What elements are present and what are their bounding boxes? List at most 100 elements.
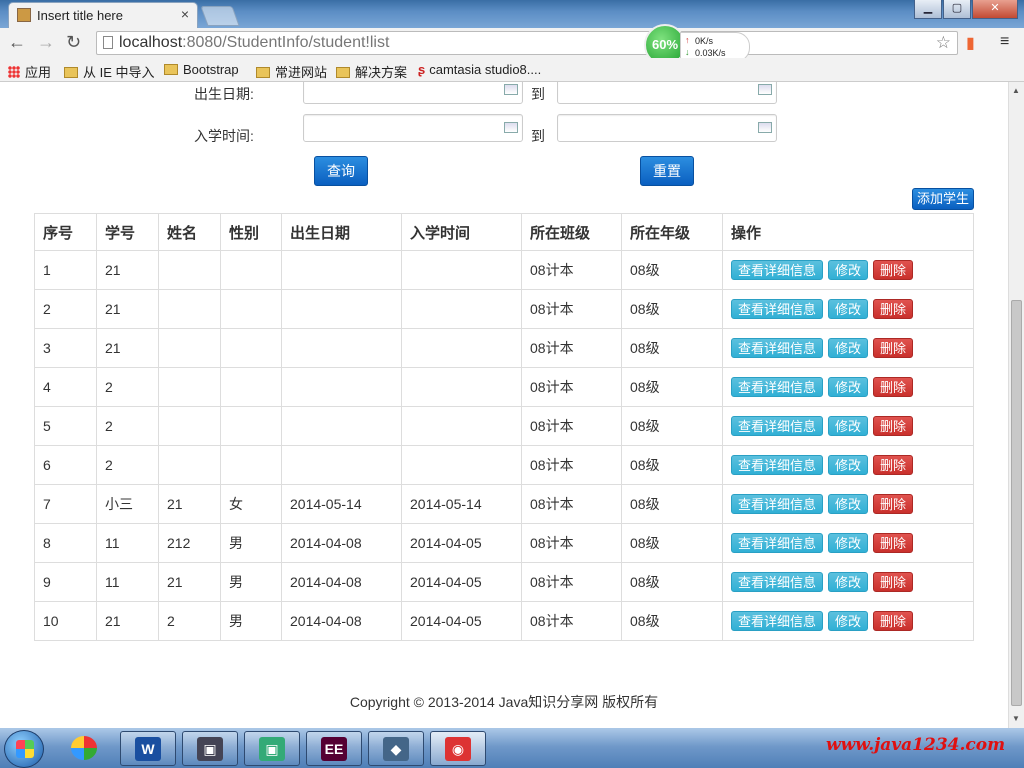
delete-button[interactable]: 删除 bbox=[873, 572, 914, 592]
edit-button[interactable]: 修改 bbox=[828, 533, 869, 553]
table-cell: 21 bbox=[96, 328, 159, 368]
edit-button[interactable]: 修改 bbox=[828, 572, 869, 592]
bookmark-bootstrap[interactable]: Bootstrap bbox=[164, 62, 239, 77]
download-speed: 0.03K/s bbox=[695, 48, 726, 58]
edit-button[interactable]: 修改 bbox=[828, 455, 869, 475]
address-bar[interactable]: localhost:8080/StudentInfo/student!list … bbox=[96, 31, 958, 55]
bookmark-apps[interactable]: 应用 bbox=[8, 62, 51, 81]
calendar-icon[interactable] bbox=[758, 122, 772, 133]
table-cell bbox=[401, 250, 522, 290]
taskbar-app-word[interactable]: W bbox=[120, 731, 176, 766]
table-row: 10 21 2 男 2014-04-08 2014-04-05 08计本 08级 查看详细信息修… bbox=[34, 601, 974, 641]
table-cell: 2 bbox=[96, 445, 159, 485]
delete-button[interactable]: 删除 bbox=[873, 260, 914, 280]
bookmark-common-sites[interactable]: 常进网站 bbox=[256, 62, 327, 81]
edit-button[interactable]: 修改 bbox=[828, 338, 869, 358]
camtasia-icon: ʂ bbox=[418, 62, 426, 77]
calendar-icon[interactable] bbox=[758, 84, 772, 95]
view-detail-button[interactable]: 查看详细信息 bbox=[731, 572, 824, 592]
view-detail-button[interactable]: 查看详细信息 bbox=[731, 455, 824, 475]
bookmark-import-ie[interactable]: 从 IE 中导入 bbox=[64, 62, 155, 81]
scroll-up-icon[interactable]: ▲ bbox=[1012, 86, 1020, 95]
table-cell: 08计本 bbox=[521, 601, 622, 641]
browser-tab[interactable]: Insert title here × bbox=[8, 2, 198, 28]
menu-icon[interactable]: ≡ bbox=[1000, 33, 1009, 51]
word-icon: W bbox=[135, 737, 161, 761]
view-detail-button[interactable]: 查看详细信息 bbox=[731, 260, 824, 280]
pinned-app-icon[interactable] bbox=[62, 731, 106, 766]
add-student-button[interactable]: 添加学生 bbox=[912, 188, 974, 210]
bookmark-label: 应用 bbox=[25, 65, 52, 80]
edit-button[interactable]: 修改 bbox=[828, 377, 869, 397]
table-cell: 21 bbox=[158, 562, 221, 602]
taskbar-app-javaee-ide[interactable]: EE bbox=[306, 731, 362, 766]
table-cell: 2 bbox=[96, 367, 159, 407]
delete-button[interactable]: 删除 bbox=[873, 416, 914, 436]
page-scrollbar[interactable]: ▲ ▼ bbox=[1008, 82, 1024, 728]
windows-logo-icon bbox=[16, 740, 34, 758]
taskbar-app-chrome[interactable]: ◉ bbox=[430, 731, 486, 766]
taskbar-app-app-2[interactable]: ▣ bbox=[182, 731, 238, 766]
scroll-down-icon[interactable]: ▼ bbox=[1012, 714, 1020, 723]
edit-button[interactable]: 修改 bbox=[828, 260, 869, 280]
start-button[interactable] bbox=[4, 730, 44, 768]
table-cell: 2014-04-08 bbox=[281, 523, 402, 563]
table-cell bbox=[401, 328, 522, 368]
bookmark-star-icon[interactable]: ☆ bbox=[936, 33, 951, 53]
calendar-icon[interactable] bbox=[504, 84, 518, 95]
close-window-button[interactable]: ✕ bbox=[972, 0, 1018, 19]
taskbar-app-app-5[interactable]: ◆ bbox=[368, 731, 424, 766]
birth-date-to-input[interactable] bbox=[557, 82, 777, 104]
delete-button[interactable]: 删除 bbox=[873, 338, 914, 358]
table-cell bbox=[281, 445, 402, 485]
actions-cell: 查看详细信息 修改 删除 bbox=[722, 406, 974, 446]
taskbar-app-app-3[interactable]: ▣ bbox=[244, 731, 300, 766]
bookmark-solutions[interactable]: 解决方案 bbox=[336, 62, 407, 81]
maximize-button[interactable]: ▢ bbox=[943, 0, 971, 19]
delete-button[interactable]: 删除 bbox=[873, 455, 914, 475]
actions-cell: 查看详细信息 修改 删除 bbox=[722, 523, 974, 563]
edit-button[interactable]: 修改 bbox=[828, 494, 869, 514]
address-url[interactable]: localhost:8080/StudentInfo/student!list bbox=[119, 34, 389, 52]
edit-button[interactable]: 修改 bbox=[828, 299, 869, 319]
photo-app-icon bbox=[71, 736, 97, 760]
table-row: 7 小三 21 女 2014-05-14 2014-05-14 08计本 08级 查看详细信息修… bbox=[34, 484, 974, 524]
enroll-date-to-input[interactable] bbox=[557, 114, 777, 142]
calendar-icon[interactable] bbox=[504, 122, 518, 133]
delete-button[interactable]: 删除 bbox=[873, 611, 914, 631]
extension-icon[interactable]: ▮ bbox=[966, 33, 975, 53]
folder-icon bbox=[256, 67, 270, 78]
bookmark-camtasia[interactable]: ʂ camtasia studio8.... bbox=[418, 62, 541, 77]
minimize-button[interactable]: ▁ bbox=[914, 0, 942, 19]
view-detail-button[interactable]: 查看详细信息 bbox=[731, 416, 824, 436]
birth-date-from-input[interactable] bbox=[303, 82, 523, 104]
table-row: 4 2 08计本 08级 查看详细信息 修改 删除 bbox=[34, 367, 974, 407]
reset-button[interactable]: 重置 bbox=[640, 156, 694, 186]
view-detail-button[interactable]: 查看详细信息 bbox=[731, 338, 824, 358]
delete-button[interactable]: 删除 bbox=[873, 299, 914, 319]
enroll-date-from-input[interactable] bbox=[303, 114, 523, 142]
scrollbar-thumb[interactable] bbox=[1011, 300, 1022, 706]
view-detail-button[interactable]: 查看详细信息 bbox=[731, 377, 824, 397]
edit-button[interactable]: 修改 bbox=[828, 416, 869, 436]
view-detail-button[interactable]: 查看详细信息 bbox=[731, 611, 824, 631]
view-detail-button[interactable]: 查看详细信息 bbox=[731, 299, 824, 319]
delete-button[interactable]: 删除 bbox=[873, 377, 914, 397]
table-cell: 11 bbox=[96, 562, 159, 602]
table-cell: 08计本 bbox=[521, 328, 622, 368]
col-header: 学号 bbox=[96, 213, 159, 251]
forward-arrow-icon[interactable]: → bbox=[37, 32, 55, 53]
table-cell bbox=[281, 328, 402, 368]
edit-button[interactable]: 修改 bbox=[828, 611, 869, 631]
delete-button[interactable]: 删除 bbox=[873, 533, 914, 553]
tab-close-icon[interactable]: × bbox=[181, 6, 189, 22]
reload-icon[interactable]: ↻ bbox=[66, 32, 81, 53]
query-button[interactable]: 查询 bbox=[314, 156, 368, 186]
new-tab-button[interactable] bbox=[200, 6, 240, 26]
table-cell: 2 bbox=[34, 289, 97, 329]
view-detail-button[interactable]: 查看详细信息 bbox=[731, 533, 824, 553]
view-detail-button[interactable]: 查看详细信息 bbox=[731, 494, 824, 514]
delete-button[interactable]: 删除 bbox=[873, 494, 914, 514]
back-arrow-icon[interactable]: ← bbox=[8, 32, 26, 53]
table-cell bbox=[281, 406, 402, 446]
